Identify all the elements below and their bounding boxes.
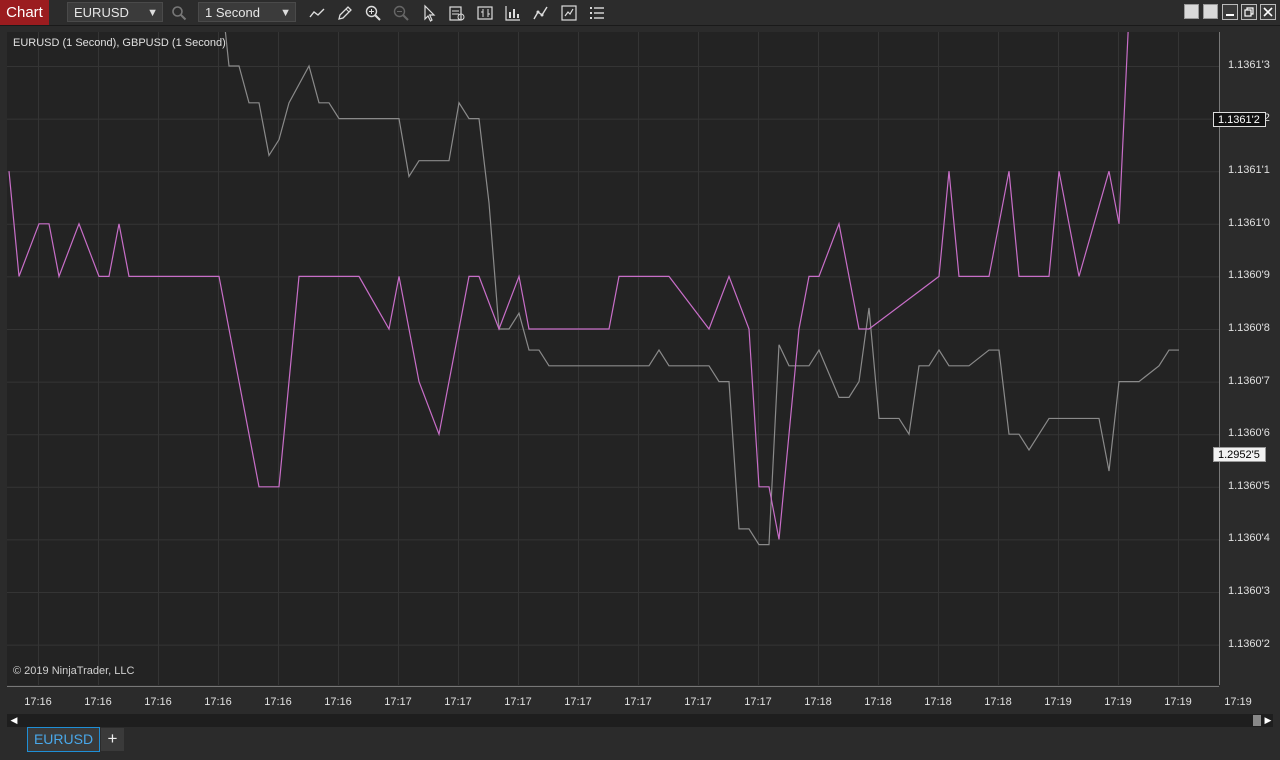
time-tick-label: 17:17: [504, 696, 532, 708]
gbpusd-line: [224, 32, 1179, 546]
price-tick-label: 1.1361'3: [1228, 59, 1270, 71]
time-tick-label: 17:17: [444, 696, 472, 708]
last-price-eurusd-tag: 1.1361'2: [1213, 112, 1266, 127]
price-tick-label: 1.1361'0: [1228, 216, 1270, 229]
horizontal-scrollbar[interactable]: [7, 714, 1273, 727]
pencil-icon[interactable]: [334, 2, 356, 23]
time-tick-label: 17:19: [1164, 696, 1192, 708]
price-tick-label: 1.1361'1: [1228, 164, 1270, 177]
add-tab-button[interactable]: +: [101, 728, 124, 751]
zoom-out-icon[interactable]: [390, 2, 412, 23]
price-tick-label: 1.1360'7: [1228, 374, 1270, 387]
price-tick-label: 1.1360'5: [1228, 479, 1270, 492]
chart-legend: EURUSD (1 Second), GBPUSD (1 Second): [13, 37, 226, 49]
scroll-right-icon[interactable]: ▶: [1262, 714, 1274, 727]
restore-icon[interactable]: [1241, 4, 1257, 20]
pointer-icon[interactable]: [418, 2, 440, 23]
price-tick-label: 1.1360'8: [1228, 322, 1270, 334]
bar-type-icon[interactable]: [474, 2, 496, 23]
strategies-icon[interactable]: [530, 2, 552, 23]
properties-icon[interactable]: [558, 2, 580, 23]
time-tick-label: 17:18: [864, 696, 892, 708]
minimize-icon[interactable]: [1222, 4, 1238, 20]
chart-toolbar: Chart EURUSD ▼ 1 Second ▼: [0, 0, 1280, 26]
close-icon[interactable]: [1260, 4, 1276, 20]
instrument-value: EURUSD: [74, 5, 129, 20]
price-tick-label: 1.1360'9: [1228, 269, 1270, 282]
time-tick-label: 17:19: [1224, 696, 1252, 708]
price-tick-label: 1.1360'2: [1228, 637, 1270, 650]
link-window-icon[interactable]: [1203, 4, 1218, 19]
time-tick-label: 17:16: [324, 696, 352, 708]
price-tick-label: 1.1360'4: [1228, 532, 1270, 545]
tab-bar: [0, 728, 1280, 760]
price-tick-label: 1.1360'3: [1228, 585, 1270, 597]
tab-eurusd[interactable]: EURUSD: [27, 727, 100, 752]
time-tick-label: 17:18: [804, 696, 832, 708]
price-tick-label: 1.1360'6: [1228, 427, 1270, 440]
chevron-down-icon: ▼: [147, 7, 158, 19]
time-tick-label: 17:19: [1104, 696, 1132, 708]
list-icon[interactable]: [586, 2, 608, 23]
time-tick-label: 17:16: [264, 696, 292, 708]
data-box-icon[interactable]: [446, 2, 468, 23]
time-tick-label: 17:17: [744, 696, 772, 708]
chart-panel[interactable]: [7, 32, 1219, 685]
last-price-gbpusd-tag: 1.2952'5: [1213, 447, 1266, 462]
time-tick-label: 17:17: [624, 696, 652, 708]
time-tick-label: 17:17: [564, 696, 592, 708]
time-axis[interactable]: [7, 686, 1219, 713]
time-tick-label: 17:16: [24, 696, 52, 708]
instrument-selector[interactable]: EURUSD ▼: [67, 2, 163, 22]
line-icon[interactable]: [306, 2, 328, 23]
chevron-down-icon: ▼: [280, 7, 291, 19]
price-plot: [7, 32, 1219, 685]
time-tick-label: 17:18: [924, 696, 952, 708]
time-tick-label: 17:19: [1044, 696, 1072, 708]
tile-window-icon[interactable]: [1184, 4, 1199, 19]
scroll-left-icon[interactable]: ◀: [8, 714, 20, 727]
scroll-thumb[interactable]: [1253, 715, 1261, 726]
time-tick-label: 17:17: [384, 696, 412, 708]
chart-menu-button[interactable]: Chart: [0, 0, 49, 25]
search-icon[interactable]: [168, 2, 190, 23]
time-tick-label: 17:16: [204, 696, 232, 708]
time-tick-label: 17:18: [984, 696, 1012, 708]
zoom-in-icon[interactable]: [362, 2, 384, 23]
copyright-text: © 2019 NinjaTrader, LLC: [13, 665, 135, 677]
interval-value: 1 Second: [205, 5, 260, 20]
time-tick-label: 17:16: [84, 696, 112, 708]
eurusd-line: [8, 32, 1129, 540]
interval-selector[interactable]: 1 Second ▼: [198, 2, 296, 22]
time-tick-label: 17:16: [144, 696, 172, 708]
time-tick-label: 17:17: [684, 696, 712, 708]
indicators-icon[interactable]: [502, 2, 524, 23]
